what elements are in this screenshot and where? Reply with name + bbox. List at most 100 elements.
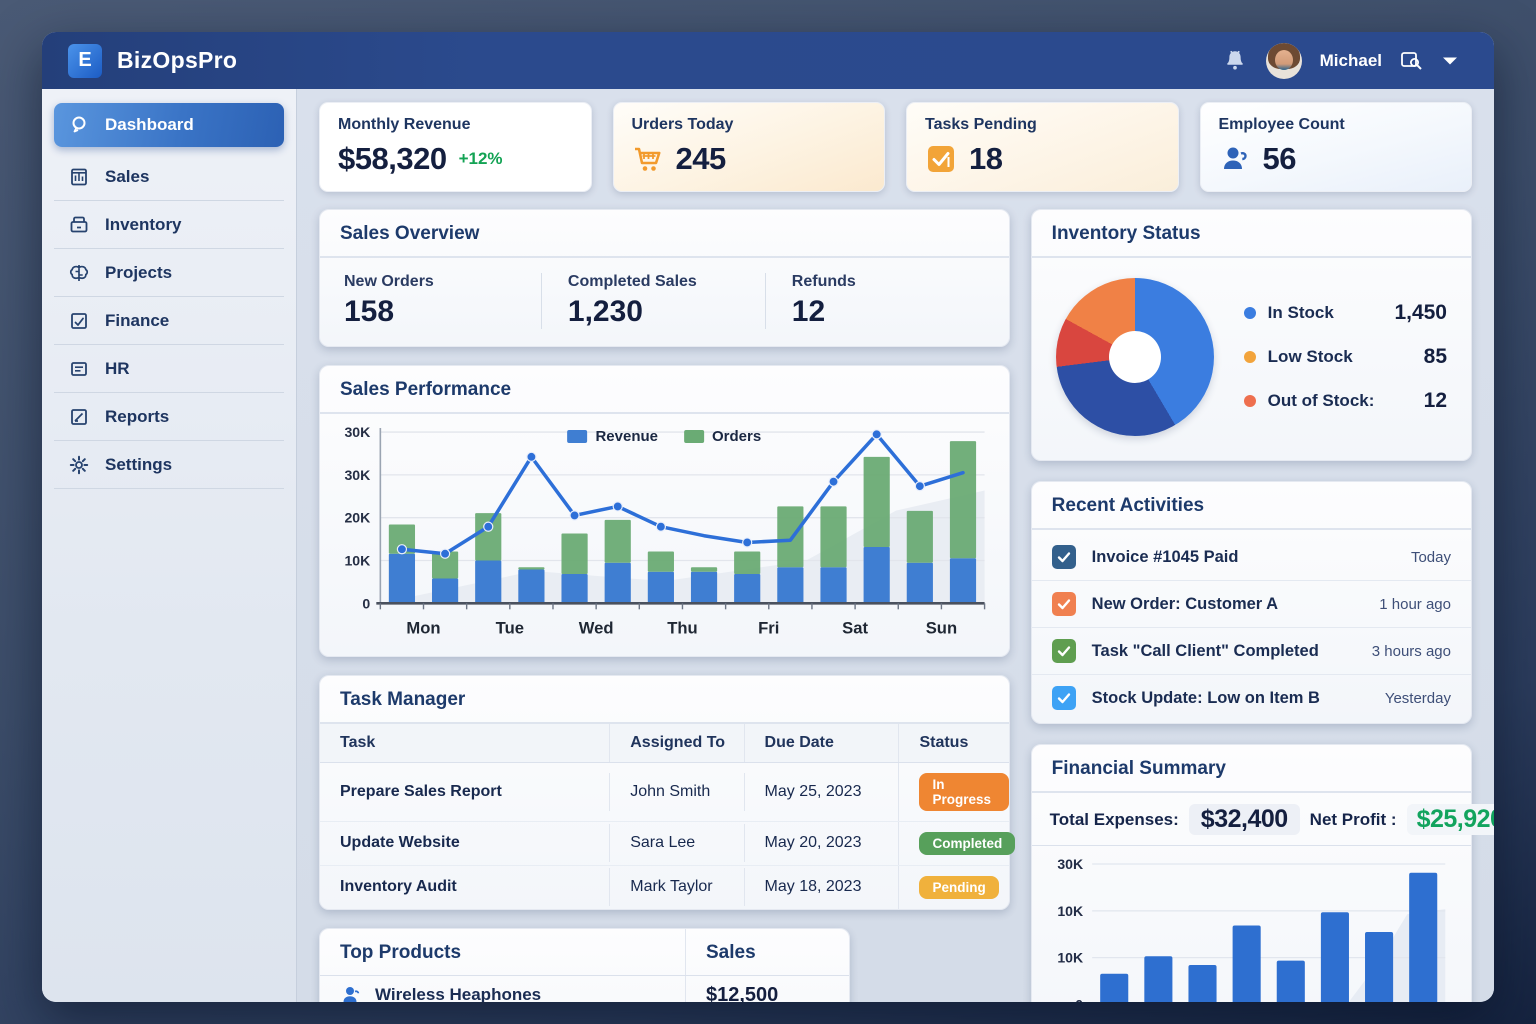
task-table: Task Assigned To Due Date Status Prepare… <box>320 724 1009 909</box>
kpi-tasks-pending[interactable]: Tasks Pending 18 <box>906 102 1179 192</box>
sales-overview-panel: Sales Overview New Orders 158 Completed … <box>319 209 1010 347</box>
stat-completed-sales: Completed Sales 1,230 <box>541 273 765 329</box>
svg-text:Sun: Sun <box>926 618 957 637</box>
sidebar-item-settings[interactable]: Settings <box>54 441 284 489</box>
list-item[interactable]: Invoice #1045 Paid Today <box>1032 534 1471 581</box>
sidebar-item-label: Finance <box>105 311 169 331</box>
profile-badge-icon[interactable] <box>1400 50 1424 72</box>
inventory-status-panel: Inventory Status In Stock 1,450 <box>1031 209 1472 461</box>
inventory-donut-chart[interactable] <box>1056 278 1214 436</box>
tasks-checkbox-icon <box>925 143 957 175</box>
sidebar-item-label: HR <box>105 359 130 379</box>
finance-icon <box>68 310 90 332</box>
expenses-value: $32,400 <box>1189 804 1300 835</box>
inventory-legend: In Stock 1,450 Low Stock 85 <box>1244 301 1447 413</box>
col-status: Status <box>898 724 1008 762</box>
left-column: Sales Overview New Orders 158 Completed … <box>319 209 1010 1002</box>
user-name: Michael <box>1320 51 1382 71</box>
task-manager-panel: Task Manager Task Assigned To Due Date S… <box>319 675 1010 910</box>
svg-text:10K: 10K <box>1057 950 1083 966</box>
sales-icon <box>68 166 90 188</box>
stat-value: 12 <box>792 295 989 329</box>
top-products-header: Top Products Sales <box>320 929 849 976</box>
kpi-label: Tasks Pending <box>925 116 1160 134</box>
kpi-employee-count[interactable]: Employee Count 56 <box>1200 102 1473 192</box>
legend-orders: Orders <box>684 428 761 445</box>
activity-text: New Order: Customer A <box>1092 595 1278 614</box>
svg-text:10K: 10K <box>1057 903 1083 919</box>
panel-title: Recent Activities <box>1032 482 1471 530</box>
sidebar-item-hr[interactable]: HR <box>54 345 284 393</box>
sidebar-item-sales[interactable]: Sales <box>54 153 284 201</box>
stat-new-orders: New Orders 158 <box>340 273 541 329</box>
sales-performance-svg: 010K20K30K30KMonTueWedThuFriSatSun <box>332 420 997 648</box>
activity-text: Stock Update: Low on Item B <box>1092 689 1320 708</box>
legend-low-stock: Low Stock 85 <box>1244 345 1447 369</box>
product-sales: $12,500 <box>685 976 849 1002</box>
col-top-products: Top Products <box>320 929 685 975</box>
stat-label: Completed Sales <box>568 273 765 291</box>
status-badge: Completed <box>919 832 1015 855</box>
col-sales: Sales <box>685 929 849 975</box>
list-item[interactable]: Wireless Heaphones $12,500 <box>320 976 849 1002</box>
svg-text:Fri: Fri <box>758 618 779 637</box>
logo-letter: E <box>78 49 91 72</box>
sidebar-item-label: Reports <box>105 407 169 427</box>
financial-stats: Total Expenses: $32,400 Net Profit : $25… <box>1032 793 1471 846</box>
list-item[interactable]: Task "Call Client" Completed 3 hours ago <box>1032 628 1471 675</box>
app-window: E BizOpsPro Michael <box>42 32 1494 1002</box>
avatar[interactable] <box>1266 43 1302 79</box>
sales-performance-chart[interactable]: Revenue Orders 010K20K30K30KMonTueWedThu… <box>320 414 1009 656</box>
svg-text:0: 0 <box>1075 996 1083 1002</box>
task-assigned: Sara Lee <box>609 824 743 862</box>
sidebar-item-finance[interactable]: Finance <box>54 297 284 345</box>
panel-title: Financial Summary <box>1032 745 1471 793</box>
sidebar-item-inventory[interactable]: Inventory <box>54 201 284 249</box>
list-item[interactable]: Stock Update: Low on Item B Yesterday <box>1032 675 1471 721</box>
financial-chart-svg: 010K10K30KJanFebMarAprMayJun <box>1046 854 1457 1002</box>
sidebar-item-label: Dashboard <box>105 115 194 135</box>
dashboard-columns: Sales Overview New Orders 158 Completed … <box>319 209 1472 1002</box>
list-item[interactable]: New Order: Customer A 1 hour ago <box>1032 581 1471 628</box>
kpi-orders-today[interactable]: Urders Today 245 <box>613 102 886 192</box>
kpi-monthly-revenue[interactable]: Monthly Revenue $58,320 +12% <box>319 102 592 192</box>
kpi-value: 56 <box>1263 141 1296 177</box>
legend-dot <box>1244 395 1256 407</box>
notifications-bell-icon[interactable] <box>1222 48 1248 74</box>
sidebar-item-reports[interactable]: Reports <box>54 393 284 441</box>
projects-icon <box>68 262 90 284</box>
app-body: Dashboard Sales Inventory Projects <box>42 89 1494 1002</box>
svg-text:Tue: Tue <box>496 618 524 637</box>
panel-title: Sales Performance <box>320 366 1009 414</box>
legend-revenue: Revenue <box>567 428 658 445</box>
legend-out-of-stock: Out of Stock: 12 <box>1244 389 1447 413</box>
task-table-header: Task Assigned To Due Date Status <box>320 724 1009 763</box>
person-icon <box>340 984 362 1002</box>
activity-text: Invoice #1045 Paid <box>1092 548 1239 567</box>
table-row[interactable]: Inventory Audit Mark Taylor May 18, 2023… <box>320 866 1009 909</box>
svg-text:30K: 30K <box>344 424 371 440</box>
legend-chip-orders <box>684 430 704 443</box>
chevron-down-icon[interactable] <box>1442 56 1458 66</box>
dashboard-icon <box>68 114 90 136</box>
sidebar-item-projects[interactable]: Projects <box>54 249 284 297</box>
task-name: Prepare Sales Report <box>320 773 609 811</box>
table-row[interactable]: Prepare Sales Report John Smith May 25, … <box>320 763 1009 822</box>
expenses-label: Total Expenses: <box>1050 810 1179 830</box>
sales-performance-panel: Sales Performance Revenue Orders <box>319 365 1010 657</box>
sidebar-item-dashboard[interactable]: Dashboard <box>54 103 284 147</box>
desktop-background: { "app": { "logo_letter": "E", "title": … <box>0 0 1536 1024</box>
legend-in-stock: In Stock 1,450 <box>1244 301 1447 325</box>
panel-title: Task Manager <box>320 676 1009 724</box>
hr-icon <box>68 358 90 380</box>
kpi-value: $58,320 <box>338 141 447 177</box>
svg-text:0: 0 <box>362 595 370 611</box>
recent-activities-panel: Recent Activities Invoice #1045 Paid Tod… <box>1031 481 1472 724</box>
product-name: Wireless Heaphones <box>375 985 541 1002</box>
table-row[interactable]: Update Website Sara Lee May 20, 2023 Com… <box>320 822 1009 866</box>
financial-chart[interactable]: 010K10K30KJanFebMarAprMayJun <box>1032 846 1471 1002</box>
legend-dot <box>1244 351 1256 363</box>
status-badge: Pending <box>919 876 998 899</box>
reports-icon <box>68 406 90 428</box>
panel-title: Sales Overview <box>320 210 1009 258</box>
